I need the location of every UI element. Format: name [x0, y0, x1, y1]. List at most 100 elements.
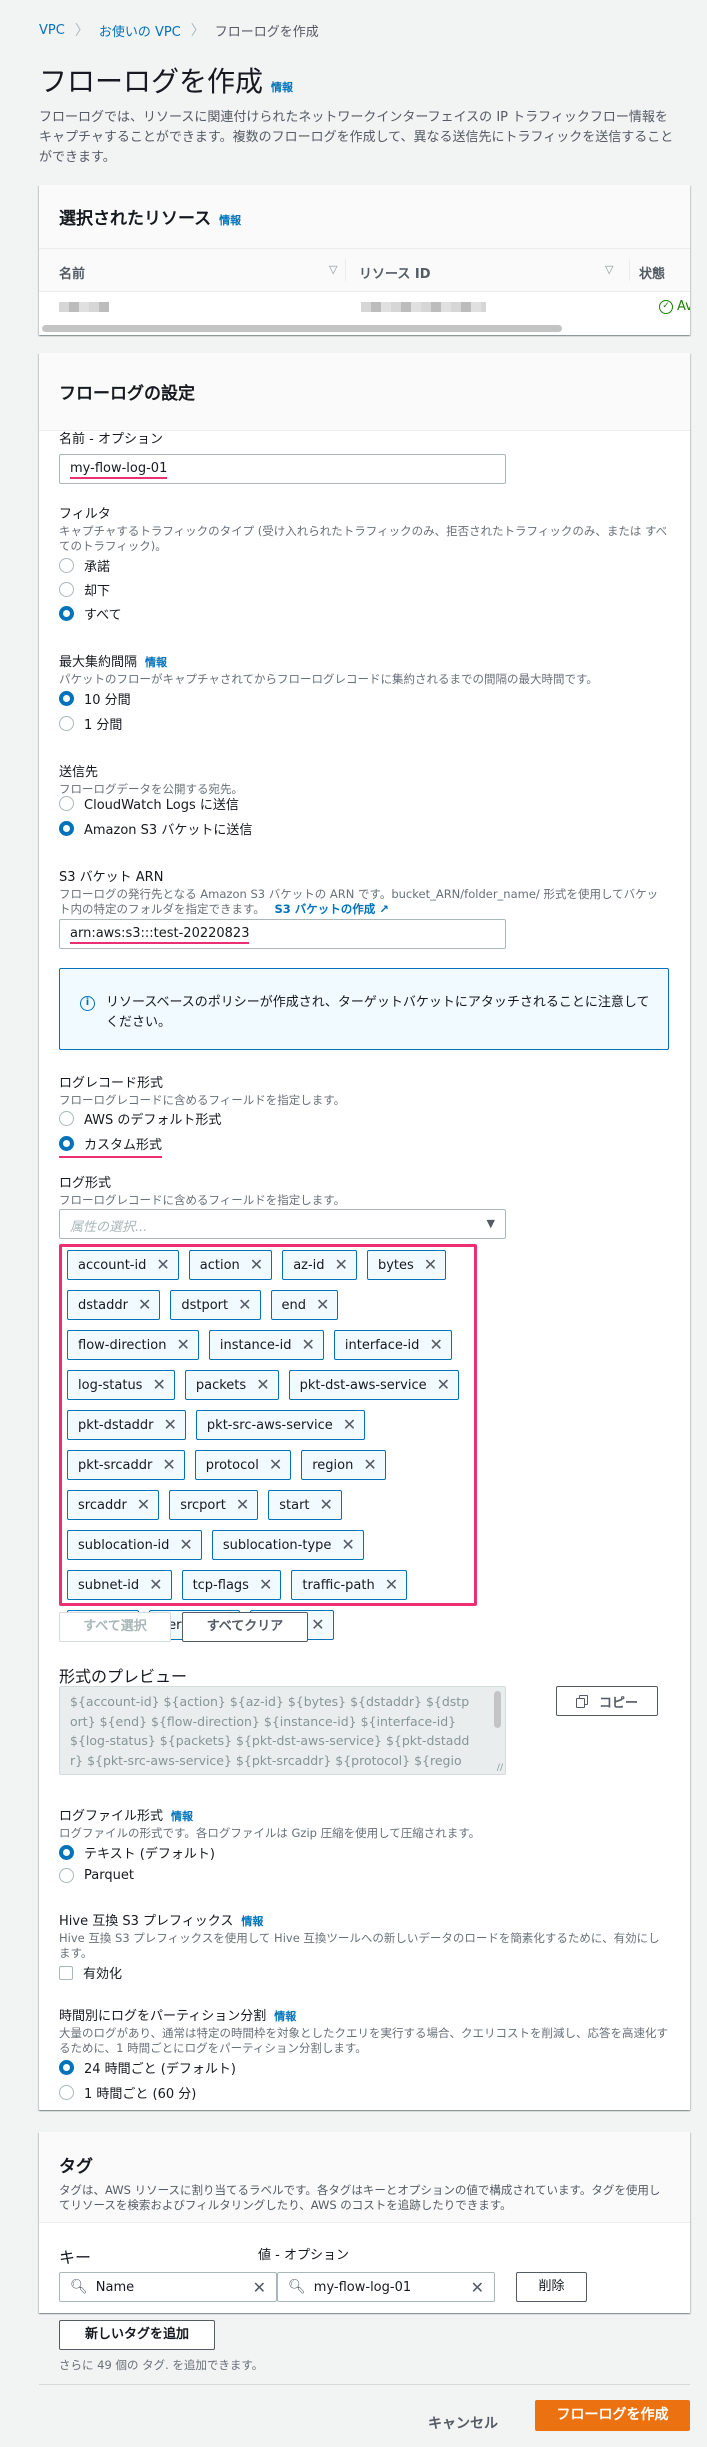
remove-token-icon[interactable]: ✕ [259, 1577, 272, 1593]
remove-token-icon[interactable]: ✕ [152, 1377, 165, 1393]
radio-icon[interactable] [59, 582, 74, 597]
remove-token-icon[interactable]: ✕ [176, 1337, 189, 1353]
remove-token-icon[interactable]: ✕ [343, 1417, 356, 1433]
remove-token-icon[interactable]: ✕ [424, 1257, 437, 1273]
filter-radio-reject[interactable]: 却下 [59, 580, 110, 599]
add-tag-button[interactable]: 新しいタグを追加 [59, 2320, 215, 2350]
resize-handle-icon[interactable]: ∕∕ [497, 1763, 503, 1773]
column-header-status[interactable]: 状態 [639, 263, 665, 282]
token-label: account-id [78, 1257, 147, 1273]
radio-selected-icon[interactable] [59, 1845, 74, 1860]
remove-token-icon[interactable]: ✕ [363, 1457, 376, 1473]
remove-token-icon[interactable]: ✕ [250, 1257, 263, 1273]
info-link[interactable]: 情報 [145, 654, 167, 670]
copy-button[interactable]: コピー [556, 1686, 658, 1716]
info-link[interactable]: 情報 [271, 79, 293, 95]
remove-token-icon[interactable]: ✕ [256, 1377, 269, 1393]
radio-icon[interactable] [59, 558, 74, 573]
create-s3-bucket-link[interactable]: S3 バケットの作成 ↗ [275, 902, 389, 916]
remove-token-icon[interactable]: ✕ [156, 1257, 169, 1273]
remove-token-icon[interactable]: ✕ [320, 1497, 333, 1513]
column-header-name[interactable]: 名前 [59, 263, 85, 282]
record-format-radio-custom[interactable]: カスタム形式 [59, 1134, 163, 1158]
radio-icon[interactable] [59, 716, 74, 731]
name-input[interactable]: my-flow-log-01 [59, 454, 506, 484]
column-header-resource-id[interactable]: リソース ID [359, 263, 431, 282]
hive-field: Hive 互換 S3 プレフィックス 情報 Hive 互換 S3 プレフィックスを… [59, 1910, 669, 1961]
sort-icon[interactable]: ▽ [329, 263, 337, 276]
radio-icon[interactable] [59, 1111, 74, 1126]
remove-token-icon[interactable]: ✕ [137, 1497, 150, 1513]
remove-token-icon[interactable]: ✕ [311, 1617, 324, 1633]
create-flow-log-button[interactable]: フローログを作成 [535, 2400, 690, 2431]
partition-field: 時間別にログをパーティション分割 情報 大量のログがあり、通常は特定の時間枠を対象… [59, 2005, 669, 2056]
remove-token-icon[interactable]: ✕ [269, 1457, 282, 1473]
radio-label: 1 分間 [84, 718, 123, 733]
token-end: end ✕ [270, 1290, 339, 1320]
remove-token-icon[interactable]: ✕ [341, 1537, 354, 1553]
remove-token-icon[interactable]: ✕ [162, 1457, 175, 1473]
partition-radio-24h[interactable]: 24 時間ごと (デフォルト) [59, 2058, 236, 2077]
file-format-radio-parquet[interactable]: Parquet [59, 1868, 134, 1883]
remove-token-icon[interactable]: ✕ [335, 1257, 348, 1273]
column-divider[interactable] [629, 259, 630, 281]
remove-token-icon[interactable]: ✕ [238, 1297, 251, 1313]
clear-icon[interactable]: ✕ [471, 2278, 484, 2297]
clear-all-button[interactable]: すべてクリア [182, 1612, 308, 1642]
remove-token-icon[interactable]: ✕ [179, 1537, 192, 1553]
breadcrumb-vpc[interactable]: VPC [39, 23, 65, 38]
tag-key-input[interactable]: 🔍︎ Name ✕ [59, 2272, 277, 2302]
checkbox-icon[interactable] [59, 1965, 73, 1980]
column-divider[interactable] [345, 259, 346, 281]
filter-radio-accept[interactable]: 承諾 [59, 556, 110, 575]
radio-icon[interactable] [59, 796, 74, 811]
select-all-button[interactable]: すべて選択 [59, 1612, 171, 1642]
record-format-field: ログレコード形式 フローログレコードに含めるフィールドを指定します。 [59, 1072, 669, 1108]
destination-radio-cloudwatch[interactable]: CloudWatch Logs に送信 [59, 794, 239, 813]
destination-radio-s3[interactable]: Amazon S3 バケットに送信 [59, 819, 252, 838]
record-format-radio-default[interactable]: AWS のデフォルト形式 [59, 1109, 221, 1128]
radio-icon[interactable] [59, 2085, 74, 2100]
filter-radio-all[interactable]: すべて [59, 604, 122, 623]
remove-token-icon[interactable]: ✕ [236, 1497, 249, 1513]
attribute-select[interactable]: 属性の選択... ▼ [59, 1209, 506, 1239]
radio-selected-icon[interactable] [59, 691, 74, 706]
checkbox-label: 有効化 [83, 1967, 123, 1982]
remove-tag-button[interactable]: 削除 [516, 2272, 587, 2302]
remove-token-icon[interactable]: ✕ [164, 1417, 177, 1433]
clear-icon[interactable]: ✕ [253, 2278, 266, 2297]
breadcrumb-your-vpcs[interactable]: お使いの VPC [99, 21, 181, 40]
partition-radio-1h[interactable]: 1 時間ごと (60 分) [59, 2083, 196, 2102]
hive-enable-checkbox[interactable]: 有効化 [59, 1963, 122, 1982]
vertical-scrollbar[interactable] [494, 1691, 501, 1728]
remove-token-icon[interactable]: ✕ [301, 1337, 314, 1353]
format-preview-textarea[interactable]: ${account-id} ${action} ${az-id} ${bytes… [59, 1686, 506, 1775]
token-label: start [279, 1497, 310, 1513]
tag-value-input[interactable]: 🔍︎ my-flow-log-01 ✕ [277, 2272, 495, 2302]
info-link[interactable]: 情報 [241, 1913, 263, 1929]
file-format-radio-text[interactable]: テキスト (デフォルト) [59, 1843, 215, 1862]
interval-radio-10min[interactable]: 10 分間 [59, 689, 131, 708]
token-traffic-path: traffic-path ✕ [291, 1570, 408, 1600]
interval-radio-1min[interactable]: 1 分間 [59, 714, 122, 733]
remove-token-icon[interactable]: ✕ [316, 1297, 329, 1313]
sort-icon[interactable]: ▽ [605, 263, 613, 276]
search-icon: 🔍︎ [288, 2279, 306, 2295]
radio-selected-icon[interactable] [59, 1136, 74, 1151]
remove-token-icon[interactable]: ✕ [429, 1337, 442, 1353]
radio-selected-icon[interactable] [59, 821, 74, 836]
remove-token-icon[interactable]: ✕ [437, 1377, 450, 1393]
radio-icon[interactable] [59, 1868, 74, 1883]
table-row[interactable]: ✓ Av [39, 292, 690, 322]
info-link[interactable]: 情報 [171, 1808, 193, 1824]
cancel-button[interactable]: キャンセル [428, 2413, 498, 2433]
s3-arn-input[interactable]: arn:aws:s3:::test-20220823 [59, 919, 506, 949]
horizontal-scrollbar[interactable] [42, 325, 562, 332]
radio-selected-icon[interactable] [59, 2060, 74, 2075]
radio-selected-icon[interactable] [59, 606, 74, 621]
info-link[interactable]: 情報 [274, 2008, 296, 2024]
remove-token-icon[interactable]: ✕ [138, 1297, 151, 1313]
info-link[interactable]: 情報 [219, 212, 241, 228]
remove-token-icon[interactable]: ✕ [149, 1577, 162, 1593]
remove-token-icon[interactable]: ✕ [385, 1577, 398, 1593]
